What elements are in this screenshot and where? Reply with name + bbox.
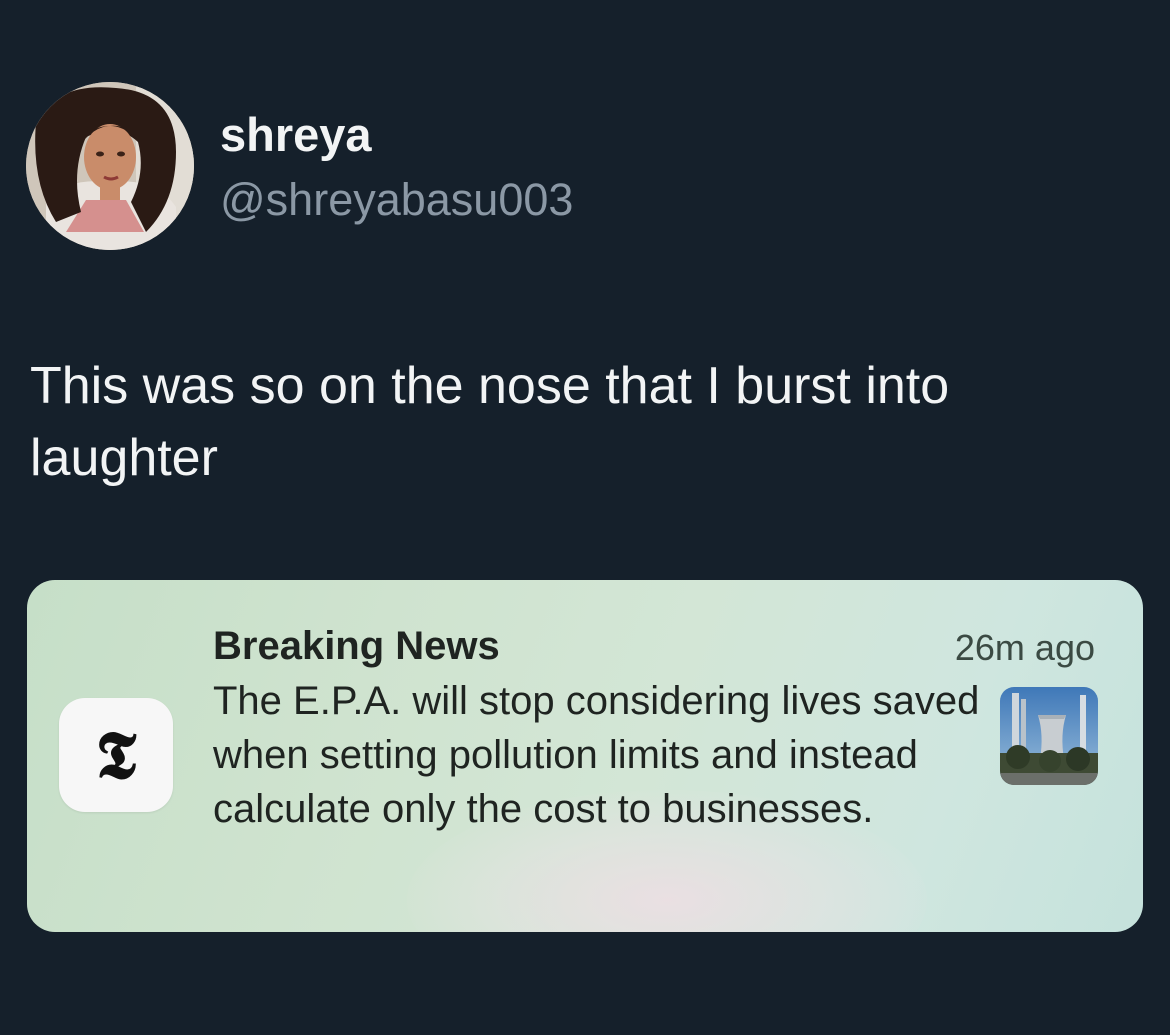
nyt-logo-icon: 𝕿 [59, 698, 173, 812]
user-handle[interactable]: @shreyabasu003 [220, 172, 573, 228]
notification-title: Breaking News [213, 624, 500, 668]
notification-time: 26m ago [954, 627, 1095, 668]
display-name[interactable]: shreya [220, 107, 372, 163]
power-plant-thumbnail [1000, 687, 1098, 785]
nyt-logo-glyph: 𝕿 [95, 716, 137, 794]
news-notification-image[interactable]: 𝕿 Breaking News 26m ago The E.P.A. will … [27, 580, 1143, 932]
power-plant-thumbnail-icon [1000, 687, 1098, 785]
notification-body: The E.P.A. will stop considering lives s… [213, 679, 980, 831]
avatar[interactable] [26, 82, 194, 250]
profile-photo-icon [26, 82, 194, 250]
tweet-text: This was so on the nose that I burst int… [30, 357, 950, 487]
